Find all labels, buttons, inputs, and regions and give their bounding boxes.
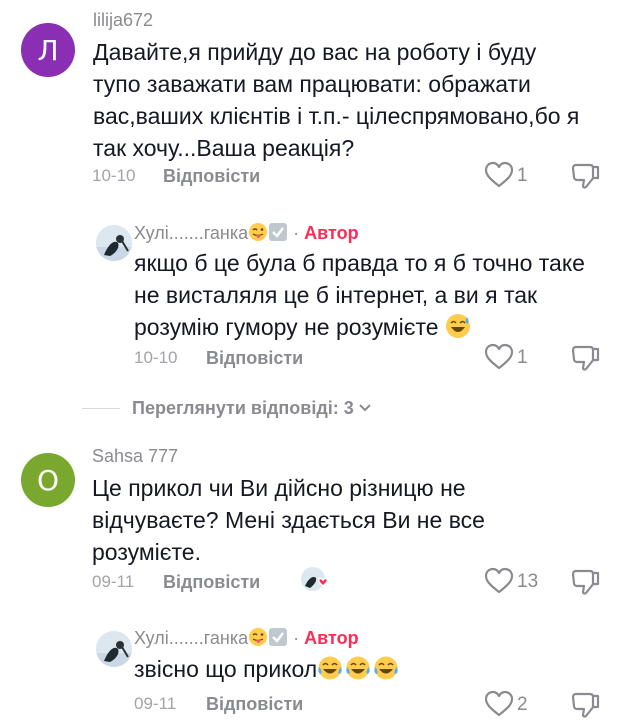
reply-username-row: Хулі.......ганка · Автор — [134, 627, 359, 649]
comment-date: 10-10 — [134, 348, 178, 367]
dislike-button[interactable] — [570, 343, 602, 378]
avatar-photo — [96, 631, 132, 667]
like-count: 13 — [517, 571, 539, 592]
like-button[interactable] — [484, 161, 514, 194]
heart-outline-icon — [484, 343, 514, 370]
reply-button[interactable]: Відповісти — [163, 572, 260, 593]
avatar-photo — [96, 225, 132, 261]
comment-text: якщо б це була б правда то я б точно так… — [134, 247, 585, 343]
tears-of-joy-emoji-icon — [317, 656, 401, 681]
avatar[interactable] — [96, 225, 132, 261]
check-box-icon — [268, 627, 288, 649]
tongue-emoji-icon — [248, 222, 268, 244]
thumbs-down-icon — [571, 345, 600, 371]
comment-text: звісно що прикол — [134, 653, 401, 685]
like-button[interactable] — [484, 567, 514, 600]
thumbs-down-icon — [571, 163, 600, 189]
like-count: 1 — [517, 347, 528, 368]
like-button[interactable] — [484, 690, 514, 723]
comment-text: Це прикол чи Ви дійсно різницю не відчув… — [92, 475, 485, 565]
dislike-button[interactable] — [570, 161, 602, 196]
heart-outline-icon — [484, 567, 514, 594]
comment-username[interactable]: Хулі.......ганка — [134, 223, 248, 243]
author-badge: Автор — [304, 628, 359, 648]
check-box-icon — [268, 222, 288, 244]
like-count: 1 — [517, 165, 528, 186]
avatar[interactable]: О — [21, 453, 75, 507]
thumbs-down-icon — [571, 569, 600, 595]
sweat-smile-emoji-icon — [445, 311, 471, 343]
avatar[interactable]: Л — [21, 23, 75, 77]
like-button[interactable] — [484, 343, 514, 376]
author-badge: Автор — [304, 223, 359, 243]
chevron-down-icon — [358, 401, 372, 418]
heart-outline-icon — [484, 161, 514, 188]
reply-button[interactable]: Відповісти — [163, 166, 260, 187]
like-count: 2 — [517, 694, 528, 715]
dislike-button[interactable] — [570, 690, 602, 725]
creator-liked-icon — [300, 566, 332, 599]
reply-button[interactable]: Відповісти — [206, 348, 303, 369]
reply-username-row: Хулі.......ганка · Автор — [134, 222, 359, 244]
comment-date: 09-11 — [134, 694, 177, 713]
comment-username[interactable]: lilija672 — [93, 10, 153, 31]
tongue-emoji-icon — [248, 627, 268, 649]
dislike-button[interactable] — [570, 567, 602, 602]
comment-username[interactable]: Хулі.......ганка — [134, 628, 248, 648]
comment-text: Давайте,я прийду до вас на роботу і буду… — [93, 39, 580, 161]
heart-outline-icon — [484, 690, 514, 717]
comment-username[interactable]: Sahsa 777 — [92, 446, 178, 467]
thumbs-down-icon — [571, 692, 600, 718]
comment-date: 09-11 — [92, 572, 135, 591]
avatar[interactable] — [96, 631, 132, 667]
divider — [82, 408, 120, 409]
comment-date: 10-10 — [92, 166, 136, 185]
view-replies-button[interactable]: Переглянути відповіді: 3 — [132, 398, 372, 419]
